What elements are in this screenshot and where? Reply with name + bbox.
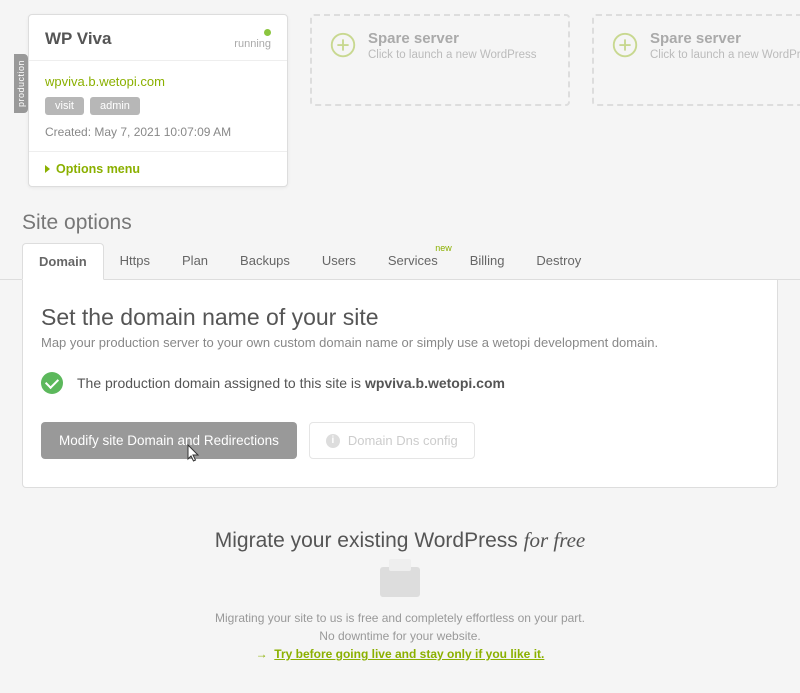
status-text: running [234, 38, 271, 50]
modify-domain-button[interactable]: Modify site Domain and Redirections [41, 422, 297, 459]
assigned-domain-text: The production domain assigned to this s… [77, 375, 505, 391]
spare-hint: Click to launch a new WordPress [368, 49, 537, 61]
panel-subtitle: Map your production server to your own c… [41, 335, 759, 350]
dns-config-label: Domain Dns config [348, 433, 458, 448]
new-badge: new [435, 243, 452, 253]
site-title: WP Viva [45, 29, 111, 49]
created-timestamp: Created: May 7, 2021 10:07:09 AM [45, 125, 271, 139]
migrate-line1: Migrating your site to us is free and co… [20, 609, 780, 627]
tab-domain[interactable]: Domain [22, 243, 104, 280]
spare-title: Spare server [368, 30, 537, 47]
production-tab: production [14, 54, 28, 113]
launch-icon [610, 30, 640, 60]
spare-title: Spare server [650, 30, 800, 47]
launch-icon [328, 30, 358, 60]
server-icon [380, 567, 420, 597]
tab-backups[interactable]: Backups [224, 243, 306, 279]
info-icon: i [326, 434, 340, 448]
tab-billing[interactable]: Billing [454, 243, 521, 279]
migrate-line2: No downtime for your website. [20, 627, 780, 645]
status-dot-icon [264, 29, 271, 36]
panel-title: Set the domain name of your site [41, 304, 759, 331]
options-tabs: Domain Https Plan Backups Users Services… [0, 243, 800, 280]
options-menu-toggle[interactable]: Options menu [45, 162, 271, 176]
chevron-right-icon [45, 165, 50, 173]
arrow-right-icon: → [256, 647, 275, 661]
migrate-section: Migrate your existing WordPress for free… [0, 518, 800, 693]
spare-server-slot[interactable]: Spare server Click to launch a new WordP… [310, 14, 570, 106]
tab-services[interactable]: Services new [372, 243, 454, 279]
site-options-heading: Site options [0, 201, 800, 243]
options-menu-label: Options menu [56, 162, 140, 176]
check-circle-icon [41, 372, 63, 394]
tab-users[interactable]: Users [306, 243, 372, 279]
migrate-heading: Migrate your existing WordPress for free [20, 528, 780, 553]
domain-link[interactable]: wpviva.b.wetopi.com [45, 74, 165, 89]
spare-server-slot[interactable]: Spare server Click to launch a new WordP… [592, 14, 800, 106]
tab-plan[interactable]: Plan [166, 243, 224, 279]
admin-button[interactable]: admin [90, 97, 140, 115]
tab-https[interactable]: Https [104, 243, 166, 279]
spare-hint: Click to launch a new WordPress [650, 49, 800, 61]
production-card: WP Viva running wpviva.b.wetopi.com visi… [28, 14, 288, 187]
migrate-cta-link[interactable]: Try before going live and stay only if y… [274, 647, 544, 661]
domain-panel: Set the domain name of your site Map you… [22, 280, 778, 488]
tab-services-label: Services [388, 253, 438, 268]
tab-destroy[interactable]: Destroy [520, 243, 597, 279]
dns-config-button: i Domain Dns config [309, 422, 475, 459]
visit-button[interactable]: visit [45, 97, 84, 115]
